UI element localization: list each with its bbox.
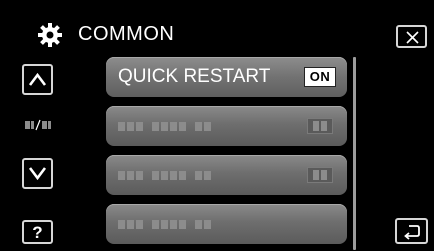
back-button[interactable]: [395, 218, 428, 244]
page-title: COMMON: [78, 23, 175, 45]
title-bar: COMMON: [0, 0, 434, 47]
scroll-down-button[interactable]: [22, 158, 53, 189]
scrollbar[interactable]: [353, 57, 356, 250]
gear-icon: [38, 23, 62, 47]
help-button[interactable]: ?: [22, 220, 53, 244]
menu-item-label: QUICK RESTART: [118, 66, 271, 87]
placeholder-label: [118, 171, 211, 180]
menu-item-quick-restart[interactable]: QUICK RESTART ON: [106, 57, 347, 97]
placeholder-badge: [307, 167, 333, 183]
return-icon: [404, 225, 420, 240]
close-button[interactable]: [396, 25, 427, 48]
chevron-up-icon: [28, 72, 47, 86]
placeholder-badge: [307, 118, 333, 134]
menu-item-placeholder: [106, 204, 347, 244]
page-indicator-icon: [25, 119, 51, 131]
menu-item-placeholder: [106, 155, 347, 195]
close-icon: [406, 31, 419, 44]
scroll-up-button[interactable]: [22, 64, 53, 95]
menu-list: QUICK RESTART ON: [106, 57, 347, 251]
placeholder-label: [118, 122, 211, 131]
placeholder-label: [118, 220, 211, 229]
help-button-label: ?: [32, 223, 43, 242]
chevron-down-icon: [28, 167, 47, 181]
menu-item-placeholder: [106, 106, 347, 146]
status-badge: ON: [304, 67, 336, 87]
